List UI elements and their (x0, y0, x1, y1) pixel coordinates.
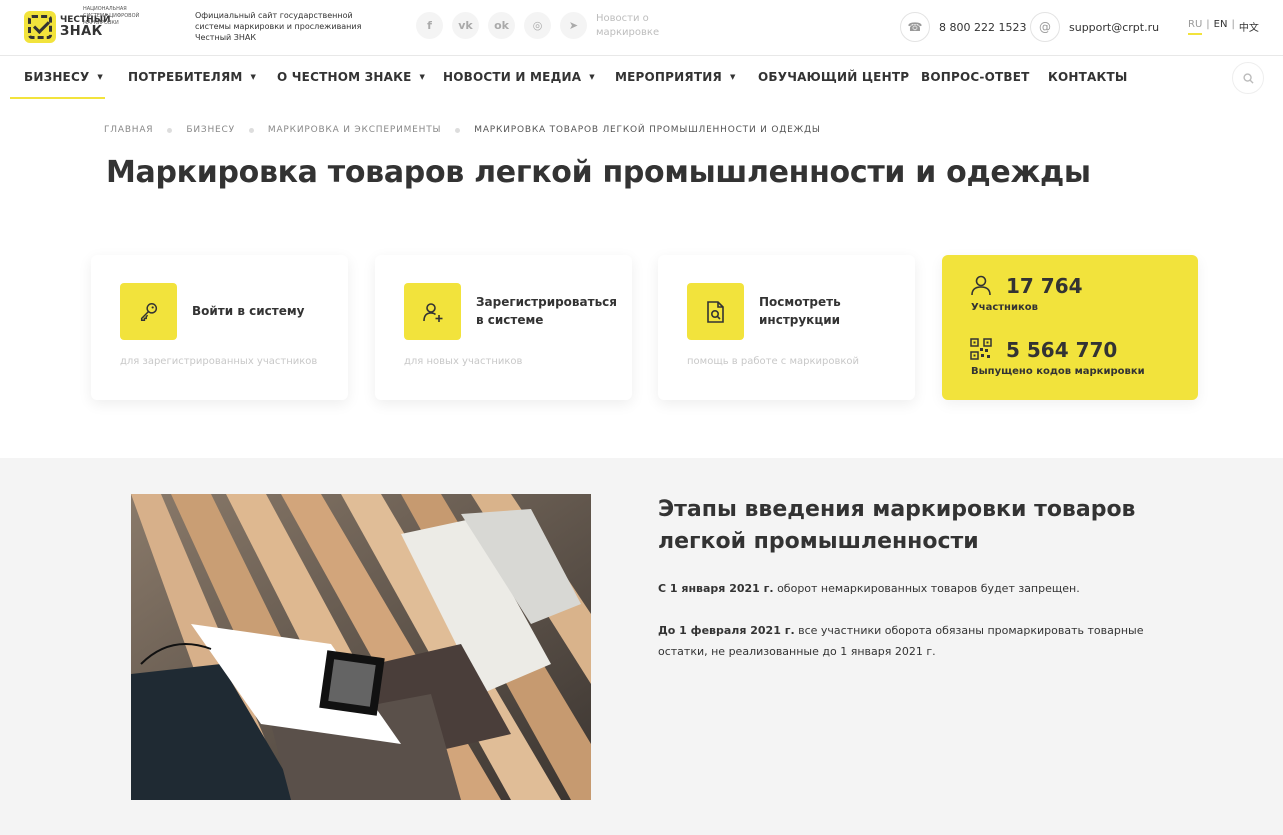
email-address: support@crpt.ru (1069, 20, 1160, 34)
nav-item-business[interactable]: БИЗНЕСУ ▼ (9, 56, 106, 99)
nav-item-training[interactable]: ОБУЧАЮЩИЙ ЦЕНТР (758, 56, 909, 98)
caret-down-icon: ▼ (729, 73, 736, 81)
lang-en[interactable]: EN (1214, 19, 1228, 35)
instructions-card[interactable]: Посмотреть инструкции помощь в работе с … (658, 255, 915, 400)
search-icon (1242, 72, 1254, 84)
logo-subtitle: НАЦИОНАЛЬНАЯ СИСТЕМА ЦИФРОВОЙ МАРКИРОВКИ (83, 6, 140, 26)
card-title: Посмотреть инструкции (759, 295, 841, 327)
nav-item-faq[interactable]: ВОПРОС-ОТВЕТ (921, 56, 1030, 98)
nav-label: О ЧЕСТНОМ ЗНАКЕ (277, 70, 412, 84)
vk-icon[interactable]: vk (452, 12, 479, 39)
caret-down-icon: ▼ (250, 73, 257, 81)
lang-separator: | (1206, 19, 1210, 30)
nav-label: ПОТРЕБИТЕЛЯМ (128, 70, 243, 84)
top-header: ЧЕСТНЫЙ ЗНАК НАЦИОНАЛЬНАЯ СИСТЕМА ЦИФРОВ… (0, 0, 1283, 56)
phone-icon: ☎ (900, 12, 930, 42)
nav-label: БИЗНЕСУ (24, 70, 90, 84)
lang-ru[interactable]: RU (1188, 19, 1203, 35)
card-title: Зарегистрироваться в системе (476, 295, 617, 327)
site-description: Официальный сайт государственной системы… (195, 11, 362, 42)
key-icon (120, 283, 177, 340)
facebook-icon[interactable]: f (416, 12, 443, 39)
stage-text-1: оборот немаркированных товаров будет зап… (773, 582, 1080, 595)
card-subtitle: для новых участников (404, 356, 523, 367)
logo-check-icon (24, 11, 56, 43)
caret-down-icon: ▼ (589, 73, 595, 81)
lang-separator: | (1231, 19, 1235, 30)
participants-label: Участников (971, 302, 1038, 313)
stage-date-2: До 1 февраля 2021 г. (658, 624, 795, 637)
odnoklassniki-icon[interactable]: ok (488, 12, 515, 39)
clothing-hangers-photo (131, 494, 591, 800)
breadcrumb-item[interactable]: БИЗНЕСУ (186, 125, 235, 135)
page-title: Маркировка товаров легкой промышленности… (106, 155, 1091, 190)
lang-zh[interactable]: 中文 (1239, 19, 1259, 35)
at-icon: @ (1030, 12, 1060, 42)
nav-item-consumers[interactable]: ПОТРЕБИТЕЛЯМ ▼ (128, 56, 256, 98)
login-card[interactable]: Войти в систему для зарегистрированных у… (91, 255, 348, 400)
breadcrumb-separator (167, 127, 173, 133)
breadcrumb: ГЛАВНАЯ БИЗНЕСУ МАРКИРОВКА И ЭКСПЕРИМЕНТ… (104, 125, 821, 135)
instagram-icon[interactable]: ◎ (524, 12, 551, 39)
nav-item-events[interactable]: МЕРОПРИЯТИЯ ▼ (615, 56, 736, 98)
caret-down-icon: ▼ (419, 73, 426, 81)
social-links: f vk ok ◎ ➤ (416, 12, 587, 39)
breadcrumb-item[interactable]: ГЛАВНАЯ (104, 125, 153, 135)
card-title: Войти в систему (192, 304, 305, 318)
main-nav: БИЗНЕСУ ▼ ПОТРЕБИТЕЛЯМ ▼ О ЧЕСТНОМ ЗНАКЕ… (0, 56, 1283, 99)
nav-item-contacts[interactable]: КОНТАКТЫ (1048, 56, 1128, 98)
news-link[interactable]: Новости о маркировке (596, 12, 676, 40)
caret-down-icon: ▼ (97, 73, 104, 81)
nav-label: КОНТАКТЫ (1048, 70, 1128, 84)
email-contact[interactable]: @ support@crpt.ru (1030, 12, 1159, 42)
phone-contact[interactable]: ☎ 8 800 222 1523 (900, 12, 1026, 42)
breadcrumb-separator (248, 127, 254, 133)
card-subtitle: помощь в работе с маркировкой (687, 356, 860, 367)
nav-label: ВОПРОС-ОТВЕТ (921, 70, 1030, 84)
nav-label: ОБУЧАЮЩИЙ ЦЕНТР (758, 70, 910, 84)
stage-paragraph-2: До 1 февраля 2021 г. все участники оборо… (658, 620, 1178, 662)
codes-label: Выпущено кодов маркировки (971, 366, 1145, 377)
register-card[interactable]: Зарегистрироваться в системе для новых у… (375, 255, 632, 400)
nav-label: МЕРОПРИЯТИЯ (615, 70, 722, 84)
telegram-icon[interactable]: ➤ (560, 12, 587, 39)
card-subtitle: для зарегистрированных участников (120, 356, 318, 367)
stats-card: 17 764 Участников 5 564 770 Выпущено код… (942, 255, 1198, 400)
user-icon (971, 275, 991, 296)
section-title: Этапы введения маркировки товаров легкой… (658, 497, 1136, 554)
phone-number: 8 800 222 1523 (939, 20, 1027, 34)
breadcrumb-current: МАРКИРОВКА ТОВАРОВ ЛЕГКОЙ ПРОМЫШЛЕННОСТИ… (474, 125, 821, 135)
codes-count: 5 564 770 (1006, 338, 1118, 362)
nav-item-news-media[interactable]: НОВОСТИ И МЕДИА ▼ (443, 56, 595, 98)
stage-date-1: С 1 января 2021 г. (658, 582, 774, 595)
stage-paragraph-1: С 1 января 2021 г. оборот немаркированны… (658, 578, 1178, 599)
participants-count: 17 764 (1006, 274, 1083, 298)
nav-item-about[interactable]: О ЧЕСТНОМ ЗНАКЕ ▼ (277, 56, 425, 98)
search-button[interactable] (1232, 62, 1264, 94)
nav-label: НОВОСТИ И МЕДИА (443, 70, 582, 84)
document-search-icon (687, 283, 744, 340)
user-add-icon (404, 283, 461, 340)
language-switcher: RU | EN | 中文 (1188, 19, 1259, 35)
breadcrumb-item[interactable]: МАРКИРОВКА И ЭКСПЕРИМЕНТЫ (268, 125, 441, 135)
qr-code-icon (970, 338, 992, 360)
breadcrumb-separator (455, 127, 461, 133)
